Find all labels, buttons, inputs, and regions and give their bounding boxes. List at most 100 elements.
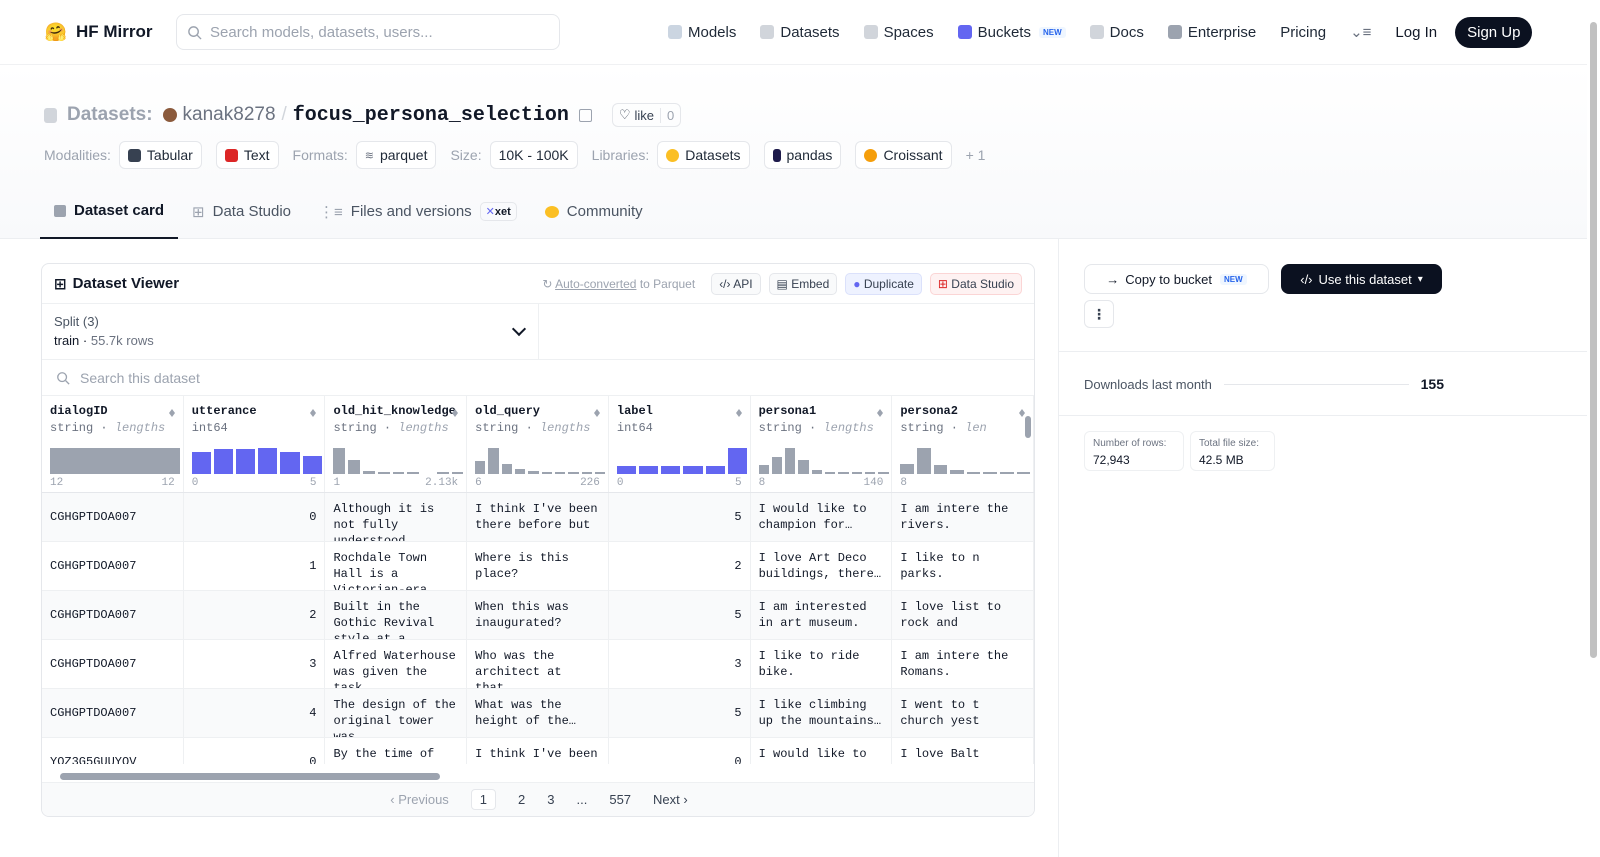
like-button[interactable]: ♡ like 0: [611, 103, 682, 127]
table-cell-label[interactable]: 2: [609, 542, 751, 590]
column-histogram[interactable]: [616, 448, 747, 474]
table-cell-persona2[interactable]: I went to t church yest: [892, 689, 1034, 737]
vscroll-thumb[interactable]: [1025, 416, 1031, 438]
table-cell-dialogID[interactable]: CGHGPTDOA007: [42, 591, 184, 639]
table-cell-persona2[interactable]: I love list to rock and: [892, 591, 1034, 639]
hscroll-thumb[interactable]: [60, 773, 440, 780]
tab-data-studio[interactable]: ⊞ Data Studio: [178, 184, 305, 239]
histogram-bar[interactable]: [568, 472, 579, 474]
histogram-bar[interactable]: [983, 472, 998, 474]
page-scroll-thumb[interactable]: [1590, 22, 1597, 658]
histogram-bar[interactable]: [258, 448, 278, 474]
table-cell-old_hit_knowledge[interactable]: Built in the Gothic Revival style at a…: [325, 591, 468, 639]
table-cell-utterance[interactable]: 3: [184, 640, 326, 688]
duplicate-button[interactable]: ● Duplicate: [845, 272, 922, 295]
previous-page-button[interactable]: ‹ Previous: [390, 792, 449, 807]
histogram-bar[interactable]: [541, 471, 552, 474]
histogram-bar[interactable]: [933, 464, 948, 474]
table-cell-label[interactable]: 5: [609, 493, 751, 541]
table-cell-label[interactable]: 5: [609, 689, 751, 737]
table-row[interactable]: CGHGPTDOA007 2 Built in the Gothic Revival…: [42, 591, 1034, 640]
table-cell-dialogID[interactable]: CGHGPTDOA007: [42, 542, 184, 590]
histogram-bar[interactable]: [916, 448, 931, 474]
histogram-bar[interactable]: [771, 457, 783, 474]
histogram-bar[interactable]: [594, 472, 606, 474]
signup-button[interactable]: Sign Up: [1455, 16, 1533, 48]
column-header-old_hit_knowledge[interactable]: old_hit_knowledge string · lengths 1 2.13k: [325, 396, 468, 492]
histogram-bar[interactable]: [683, 466, 703, 474]
size-chip[interactable]: 10K - 100K: [489, 141, 578, 169]
column-header-old_query[interactable]: old_query string · lengths 6 226: [467, 396, 609, 492]
owner-link[interactable]: kanak8278: [183, 104, 276, 126]
table-cell-old_query[interactable]: I think I've been there before but …: [467, 493, 609, 541]
table-cell-old_query[interactable]: I think I've been: [467, 738, 609, 764]
histogram-bar[interactable]: [407, 472, 420, 474]
sort-icon[interactable]: [310, 406, 317, 417]
nav-buckets[interactable]: Buckets NEW: [957, 24, 1066, 41]
page-1[interactable]: 1: [470, 789, 497, 810]
histogram-bar[interactable]: [950, 470, 964, 474]
histogram-bar[interactable]: [966, 471, 981, 474]
sort-icon[interactable]: [452, 406, 459, 417]
table-cell-utterance[interactable]: 1: [184, 542, 326, 590]
tab-community[interactable]: Community: [531, 184, 657, 239]
histogram-bar[interactable]: [436, 472, 449, 474]
table-cell-persona2[interactable]: I am intere the rivers.: [892, 493, 1034, 541]
table-cell-dialogID[interactable]: YOZ3G5GUUYOV: [42, 738, 184, 764]
sort-icon[interactable]: [877, 406, 884, 417]
histogram-bar[interactable]: [213, 449, 234, 474]
next-page-button[interactable]: Next ›: [653, 792, 688, 807]
table-cell-label[interactable]: 0: [609, 738, 751, 764]
nav-pricing[interactable]: Pricing: [1280, 24, 1326, 41]
histogram-bar[interactable]: [838, 472, 849, 474]
table-row[interactable]: CGHGPTDOA007 4 The design of the original …: [42, 689, 1034, 738]
histogram-bar[interactable]: [392, 472, 405, 474]
table-horizontal-scrollbar[interactable]: [42, 770, 1034, 782]
table-cell-utterance[interactable]: 2: [184, 591, 326, 639]
histogram-bar[interactable]: [515, 468, 526, 474]
data-studio-button[interactable]: ⊞ Data Studio: [929, 272, 1022, 295]
histogram-bar[interactable]: [825, 472, 836, 474]
table-cell-utterance[interactable]: 0: [184, 738, 326, 764]
histogram-bar[interactable]: [581, 472, 592, 474]
table-cell-old_query[interactable]: Where is this place?: [467, 542, 609, 590]
table-row[interactable]: CGHGPTDOA007 3 Alfred Waterhouse was given…: [42, 640, 1034, 689]
tab-dataset-card[interactable]: Dataset card: [40, 184, 179, 239]
histogram-bar[interactable]: [333, 448, 346, 474]
histogram-bar[interactable]: [758, 464, 769, 474]
column-header-persona2[interactable]: persona2 string · len 8: [892, 396, 1034, 492]
column-header-label[interactable]: label int64 0 5: [609, 396, 751, 492]
histogram-bar[interactable]: [727, 448, 747, 474]
api-button[interactable]: ‹/› API: [711, 272, 761, 295]
table-cell-old_hit_knowledge[interactable]: Rochdale Town Hall is a Victorian-era…: [325, 542, 468, 590]
table-cell-old_hit_knowledge[interactable]: The design of the original tower was…: [325, 689, 468, 737]
table-cell-utterance[interactable]: 4: [184, 689, 326, 737]
table-cell-persona1[interactable]: I would like to go: [751, 738, 893, 764]
table-cell-persona2[interactable]: I like to n parks.: [892, 542, 1034, 590]
histogram-bar[interactable]: [528, 471, 539, 474]
use-dataset-button[interactable]: ‹/› Use this dataset ▾: [1281, 264, 1442, 294]
nav-models[interactable]: Models: [668, 24, 736, 41]
column-header-utterance[interactable]: utterance int64 0 5: [184, 396, 326, 492]
table-cell-old_hit_knowledge[interactable]: Although it is not fully understood…: [325, 493, 468, 541]
table-cell-old_query[interactable]: What was the height of the…: [467, 689, 609, 737]
more-options-button[interactable]: ⋮: [1084, 300, 1114, 328]
more-menu-icon[interactable]: ⌄≡: [1350, 23, 1371, 41]
histogram-bar[interactable]: [377, 472, 390, 474]
modality-tabular[interactable]: Tabular: [118, 141, 202, 169]
column-histogram[interactable]: [333, 448, 464, 474]
table-row[interactable]: CGHGPTDOA007 1 Rochdale Town Hall is a Vic…: [42, 542, 1034, 591]
histogram-bar[interactable]: [191, 451, 211, 474]
page-2[interactable]: 2: [518, 792, 525, 807]
column-histogram[interactable]: [191, 448, 322, 474]
table-cell-dialogID[interactable]: CGHGPTDOA007: [42, 493, 184, 541]
copy-icon[interactable]: [578, 108, 592, 122]
library-datasets[interactable]: Datasets: [657, 141, 750, 169]
histogram-bar[interactable]: [851, 472, 862, 474]
nav-spaces[interactable]: Spaces: [863, 24, 934, 41]
table-cell-persona1[interactable]: I like to ride bike.: [751, 640, 893, 688]
login-link[interactable]: Log In: [1395, 24, 1437, 41]
table-cell-old_hit_knowledge[interactable]: Alfred Waterhouse was given the task…: [325, 640, 468, 688]
page-last[interactable]: 557: [609, 792, 631, 807]
histogram-bar[interactable]: [864, 472, 876, 474]
